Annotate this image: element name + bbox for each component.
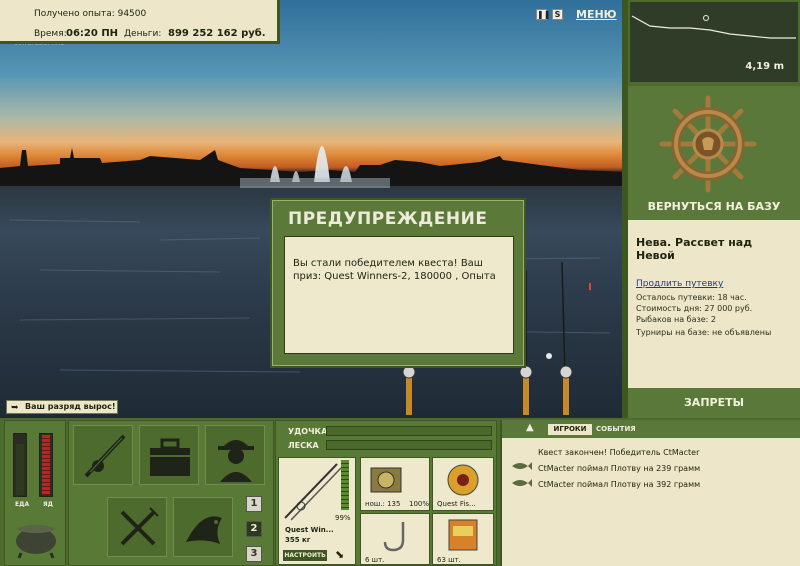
hook-icon — [383, 522, 405, 552]
pause-button[interactable]: ❚❚ — [536, 9, 551, 20]
page-2-button[interactable]: 2 — [246, 521, 262, 537]
chat-message: CtMacter поймал Плотву на 392 грамм — [538, 480, 701, 489]
menu-button[interactable]: МЕНЮ — [576, 8, 617, 21]
tab-events[interactable]: СОБЫТИЯ — [596, 424, 636, 435]
bait-card[interactable]: 63 шт. — [432, 513, 494, 565]
configure-button[interactable]: НАСТРОИТЬ — [283, 550, 327, 561]
location-title: Нева. Рассвет над Невой — [636, 236, 753, 262]
rod-bar-label: УДОЧКА — [288, 427, 328, 436]
pause-icon: ❚❚ — [537, 10, 551, 19]
rod-condition-meter — [341, 460, 349, 510]
food-label: ЕДА — [15, 501, 30, 508]
sound-button[interactable]: S — [552, 9, 563, 20]
fishers-count: Рыбаков на базе: 2 — [636, 315, 716, 324]
tackle-box-icon — [150, 438, 190, 476]
line-spool-icon — [447, 464, 479, 496]
poison-label: ЯД — [43, 501, 53, 508]
rod-tension-bar — [326, 426, 492, 436]
time-label: Время: — [34, 29, 67, 39]
bait-count: 63 шт. — [437, 556, 461, 564]
depth-readout: 4,19 m — [745, 61, 784, 72]
reel-info: нош.: 135 — [365, 500, 401, 508]
food-gauge — [13, 433, 27, 497]
page-3-button[interactable]: 3 — [246, 546, 262, 562]
resize-arrow-icon: ⬊ — [335, 548, 345, 561]
line-bar-label: ЛЕСКА — [288, 441, 319, 450]
arrow-icon: ➥ — [11, 403, 19, 413]
chat-message: CtMacter поймал Плотву на 239 грамм — [538, 464, 701, 473]
tournaments-status: Турниры на базе: не объявлены — [636, 328, 772, 337]
slot-food[interactable] — [107, 497, 167, 557]
tackle-panel: УДОЧКА ЛЕСКА 99% Quest Win... 355 кг НАС… — [275, 420, 497, 566]
reel-icon — [370, 467, 402, 493]
base-panel: ВЕРНУТЬСЯ НА БАЗУ Нева. Рассвет над Нево… — [628, 86, 800, 418]
pot-icon[interactable] — [11, 517, 61, 559]
restrictions-button[interactable]: ЗАПРЕТЫ — [628, 396, 800, 409]
rod-weight: 355 кг — [285, 536, 311, 544]
bait-pack-icon — [448, 519, 478, 551]
fish-icon — [186, 516, 222, 544]
status-panel: Получено опыта: 94500 Время: 06:20 ПН Де… — [0, 0, 280, 44]
permit-remaining: Осталось путевки: 18 час. — [636, 293, 747, 302]
rod-name: Quest Win... — [285, 526, 334, 534]
slot-tackle-box[interactable] — [139, 425, 199, 485]
day-cost: Стоимость дня: 27 000 руб. — [636, 304, 753, 313]
page-1-button[interactable]: 1 — [246, 496, 262, 512]
cutlery-icon — [120, 507, 159, 546]
slot-rods[interactable] — [73, 425, 133, 485]
angler-icon — [218, 440, 254, 482]
line-card[interactable]: Quest Fis... — [432, 457, 494, 511]
slot-fish[interactable] — [173, 497, 233, 557]
ship-wheel-icon[interactable] — [658, 94, 758, 194]
chat-message: Квест закончен! Победитель CtMacter — [538, 448, 700, 457]
tab-players[interactable]: ИГРОКИ — [548, 424, 592, 435]
chat-panel: ▲ ИГРОКИ СОБЫТИЯ Квест закончен! Победит… — [500, 420, 800, 566]
rod-condition: 99% — [335, 514, 351, 522]
time-value: 06:20 ПН — [66, 28, 119, 39]
xp-text: Получено опыта: 94500 — [34, 9, 147, 19]
chat-header: ▲ ИГРОКИ СОБЫТИЯ — [502, 420, 800, 438]
extend-permit-link[interactable]: Продлить путевку — [636, 279, 723, 289]
money-value: 899 252 162 руб. — [168, 28, 266, 39]
depth-minimap: 4,19 m — [628, 0, 800, 84]
poison-gauge — [39, 433, 53, 497]
rank-toast: ➥ Ваш разряд вырос! — [6, 400, 118, 414]
fish-icon — [512, 479, 532, 487]
inventory-panel — [68, 420, 274, 566]
fish-icon — [512, 462, 532, 470]
slot-angler[interactable] — [205, 425, 265, 485]
toast-text: Ваш разряд вырос! — [25, 402, 116, 411]
collapse-arrow-icon[interactable]: ▲ — [526, 422, 534, 433]
line-tension-bar — [326, 440, 492, 450]
warning-dialog[interactable]: ПРЕДУПРЕЖДЕНИЕ Вы стали победителем квес… — [270, 198, 526, 368]
hooks-count: 6 шт. — [365, 556, 385, 564]
rod-icon — [84, 434, 126, 478]
status-gauges: ЕДА ЯД — [4, 420, 66, 566]
location-card: Нева. Рассвет над Невой Продлить путевку… — [628, 220, 800, 388]
reel-card[interactable]: нош.: 135 100% — [360, 457, 430, 511]
dialog-title: ПРЕДУПРЕЖДЕНИЕ — [288, 209, 488, 229]
money-label: Деньги: — [124, 29, 162, 39]
dialog-message: Вы стали победителем квеста! Ваш приз: Q… — [284, 236, 514, 354]
return-to-base-button[interactable]: ВЕРНУТЬСЯ НА БАЗУ — [628, 200, 800, 213]
line-name: Quest Fis... — [437, 500, 476, 508]
reel-condition: 100% — [409, 500, 430, 508]
hook-card[interactable]: 6 шт. — [360, 513, 430, 565]
rod-card[interactable]: 99% Quest Win... 355 кг НАСТРОИТЬ ⬊ — [278, 457, 356, 565]
